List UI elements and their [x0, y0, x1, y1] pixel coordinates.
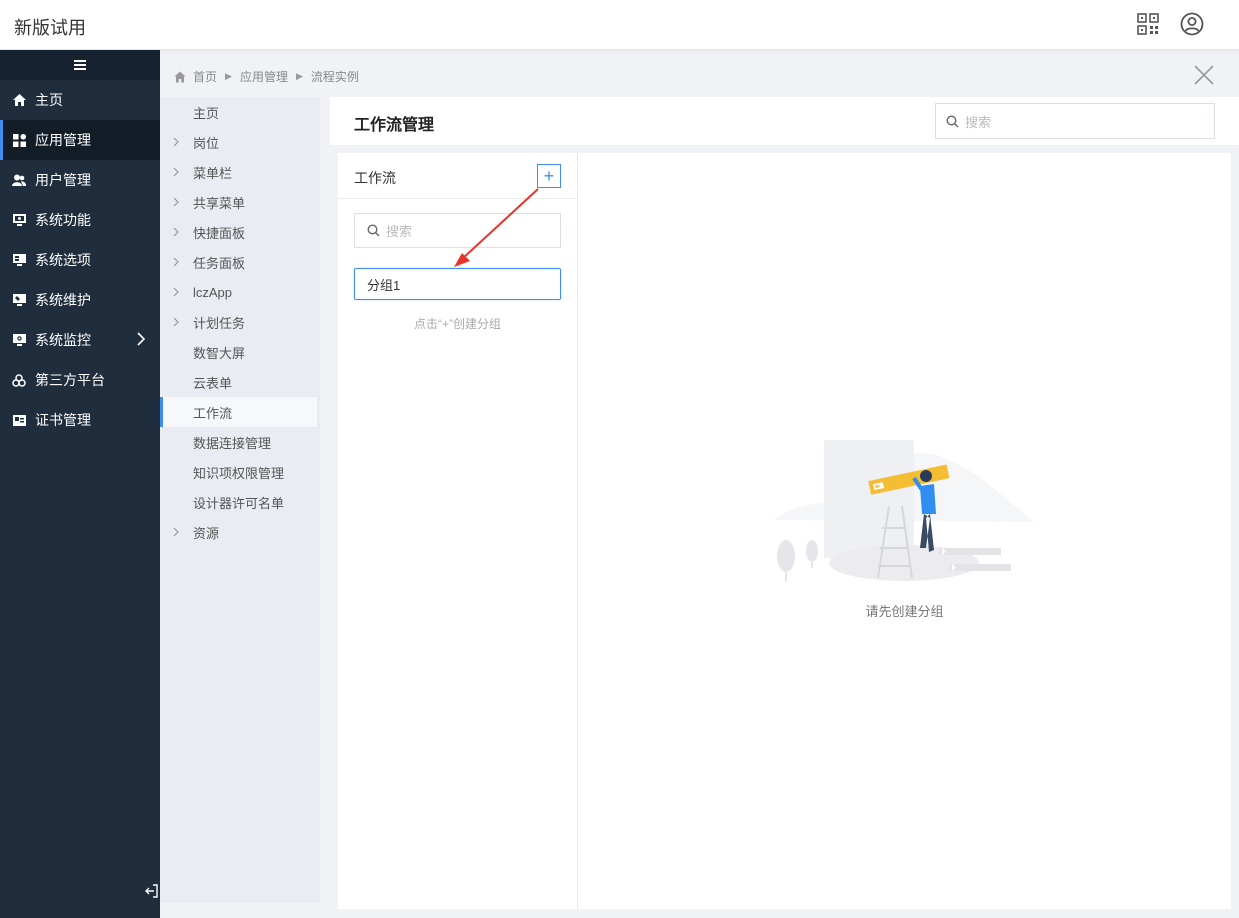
submenu-item-menubar[interactable]: 菜单栏	[160, 157, 320, 187]
group-name-input[interactable]: 分组1	[354, 268, 561, 300]
submenu-item-lczapp[interactable]: lczApp	[160, 277, 320, 307]
submenu-item-label: 任务面板	[193, 255, 246, 271]
home-icon	[12, 93, 26, 107]
third-party-icon	[12, 373, 26, 387]
page-title: 工作流管理	[354, 117, 435, 134]
submenu-item-label: 云表单	[193, 375, 233, 391]
submenu-item-shared-menu[interactable]: 共享菜单	[160, 187, 320, 217]
submenu-item-resources[interactable]: 资源	[160, 517, 320, 547]
page-header: 工作流管理 搜索	[330, 97, 1239, 145]
app-title: 新版试用	[14, 18, 86, 38]
submenu-item-post[interactable]: 岗位	[160, 127, 320, 157]
sidebar-item-label: 证书管理	[35, 412, 91, 428]
menu-toggle-icon[interactable]	[0, 50, 160, 80]
submenu-item-label: 设计器许可名单	[193, 495, 285, 511]
chevron-right-icon[interactable]	[136, 332, 146, 346]
sidebar-item-app-management[interactable]: 应用管理	[0, 120, 160, 160]
breadcrumb-item[interactable]: 应用管理	[240, 68, 288, 85]
chevron-right-icon	[173, 287, 179, 297]
submenu-item-label: 快捷面板	[193, 225, 246, 241]
sidebar-item-label: 应用管理	[35, 132, 91, 148]
workflow-panel-header: 工作流 +	[338, 153, 577, 199]
breadcrumb-item[interactable]: 首页	[193, 68, 217, 85]
submenu-item-task-panel[interactable]: 任务面板	[160, 247, 320, 277]
submenu-item-designer-allowlist[interactable]: 设计器许可名单	[160, 487, 320, 517]
submenu-item-label: 资源	[193, 525, 220, 541]
chevron-right-icon	[173, 137, 179, 147]
sidebar-item-label: 第三方平台	[35, 372, 105, 388]
submenu-item-scheduled-task[interactable]: 计划任务	[160, 307, 320, 337]
chevron-right-icon	[173, 167, 179, 177]
create-group-hint: 点击“+”创建分组	[413, 317, 501, 331]
certificate-icon	[12, 413, 26, 427]
sidebar-item-third-party[interactable]: 第三方平台	[0, 360, 160, 400]
submenu-item-quick-panel[interactable]: 快捷面板	[160, 217, 320, 247]
collapse-sidebar-icon[interactable]	[144, 884, 158, 898]
submenu-item-workflow[interactable]: 工作流	[160, 397, 317, 427]
sidebar-item-label: 系统维护	[35, 292, 91, 308]
sidebar-item-label: 系统监控	[35, 332, 91, 348]
page-search-input[interactable]: 搜索	[935, 103, 1215, 139]
empty-state-illustration-icon	[774, 440, 1034, 582]
system-function-icon	[12, 213, 26, 227]
sidebar-item-user-management[interactable]: 用户管理	[0, 160, 160, 200]
sidebar-item-label: 主页	[35, 92, 63, 108]
submenu-item-label: 主页	[193, 105, 220, 121]
content-panel: 工作流 + 搜索 分组1 点击“+”创建分组 请先创建分组	[338, 153, 1231, 909]
breadcrumb-separator-icon: ▶	[295, 71, 303, 81]
submenu-item-label: 共享菜单	[193, 195, 246, 211]
monitor-icon	[12, 333, 26, 347]
submenu-item-label: 计划任务	[193, 315, 246, 331]
submenu-item-label: 知识项权限管理	[193, 465, 285, 481]
submenu-item-label: 岗位	[193, 135, 220, 151]
empty-state-message: 请先创建分组	[865, 604, 944, 619]
breadcrumb: 首页 ▶ 应用管理 ▶ 流程实例	[174, 68, 359, 85]
chevron-right-icon	[173, 317, 179, 327]
submenu-item-label: 数智大屏	[193, 345, 246, 361]
breadcrumb-item[interactable]: 流程实例	[311, 68, 359, 85]
chevron-right-icon	[173, 527, 179, 537]
sidebar-item-label: 系统功能	[35, 212, 91, 228]
submenu-item-big-screen[interactable]: 数智大屏	[160, 337, 320, 367]
system-options-icon	[12, 253, 26, 267]
sidebar-item-label: 系统选项	[35, 252, 91, 268]
chevron-right-icon	[173, 257, 179, 267]
sidebar-item-system-monitor[interactable]: 系统监控	[0, 320, 160, 360]
sidebar-item-system-function[interactable]: 系统功能	[0, 200, 160, 240]
submenu-item-label: lczApp	[193, 284, 233, 300]
apps-icon	[12, 133, 26, 147]
workflow-group-panel: 工作流 + 搜索 分组1 点击“+”创建分组	[338, 153, 578, 909]
search-placeholder: 搜索	[386, 224, 413, 239]
submenu-item-knowledge-permission[interactable]: 知识项权限管理	[160, 457, 320, 487]
sidebar-item-certificate[interactable]: 证书管理	[0, 400, 160, 440]
sidebar-item-system-maintenance[interactable]: 系统维护	[0, 280, 160, 320]
sidebar-item-system-options[interactable]: 系统选项	[0, 240, 160, 280]
breadcrumb-separator-icon: ▶	[225, 71, 232, 81]
submenu-item-home[interactable]: 主页	[160, 97, 320, 127]
search-icon	[946, 114, 959, 127]
search-icon	[367, 224, 380, 237]
add-group-button[interactable]: +	[537, 164, 561, 188]
top-header: 新版试用	[0, 0, 1239, 50]
submenu-item-data-connection[interactable]: 数据连接管理	[160, 427, 320, 457]
qr-code-icon[interactable]	[1137, 13, 1159, 35]
chevron-right-icon	[173, 227, 179, 237]
workflow-panel-title: 工作流	[354, 170, 396, 186]
users-icon	[12, 173, 26, 187]
sidebar: 主页 应用管理 用户管理 系统功能 系统选项 系统维护 系统监控 第三方平台 证…	[0, 50, 160, 918]
submenu-item-label: 数据连接管理	[193, 435, 272, 451]
home-icon[interactable]	[174, 71, 186, 83]
maintenance-icon	[12, 293, 26, 307]
submenu-item-cloud-form[interactable]: 云表单	[160, 367, 320, 397]
sidebar-item-home[interactable]: 主页	[0, 80, 160, 120]
user-circle-icon[interactable]	[1180, 12, 1204, 36]
search-placeholder: 搜索	[965, 114, 992, 130]
sidebar-item-label: 用户管理	[35, 172, 91, 188]
group-search-input[interactable]: 搜索	[354, 213, 561, 248]
submenu-item-label: 菜单栏	[193, 165, 233, 181]
sub-menu: 主页 岗位 菜单栏 共享菜单 快捷面板 任务面板 lczApp 计划任务 数智大…	[160, 97, 320, 903]
chevron-right-icon	[173, 197, 179, 207]
close-icon[interactable]	[1193, 64, 1215, 86]
submenu-item-label: 工作流	[193, 405, 233, 421]
